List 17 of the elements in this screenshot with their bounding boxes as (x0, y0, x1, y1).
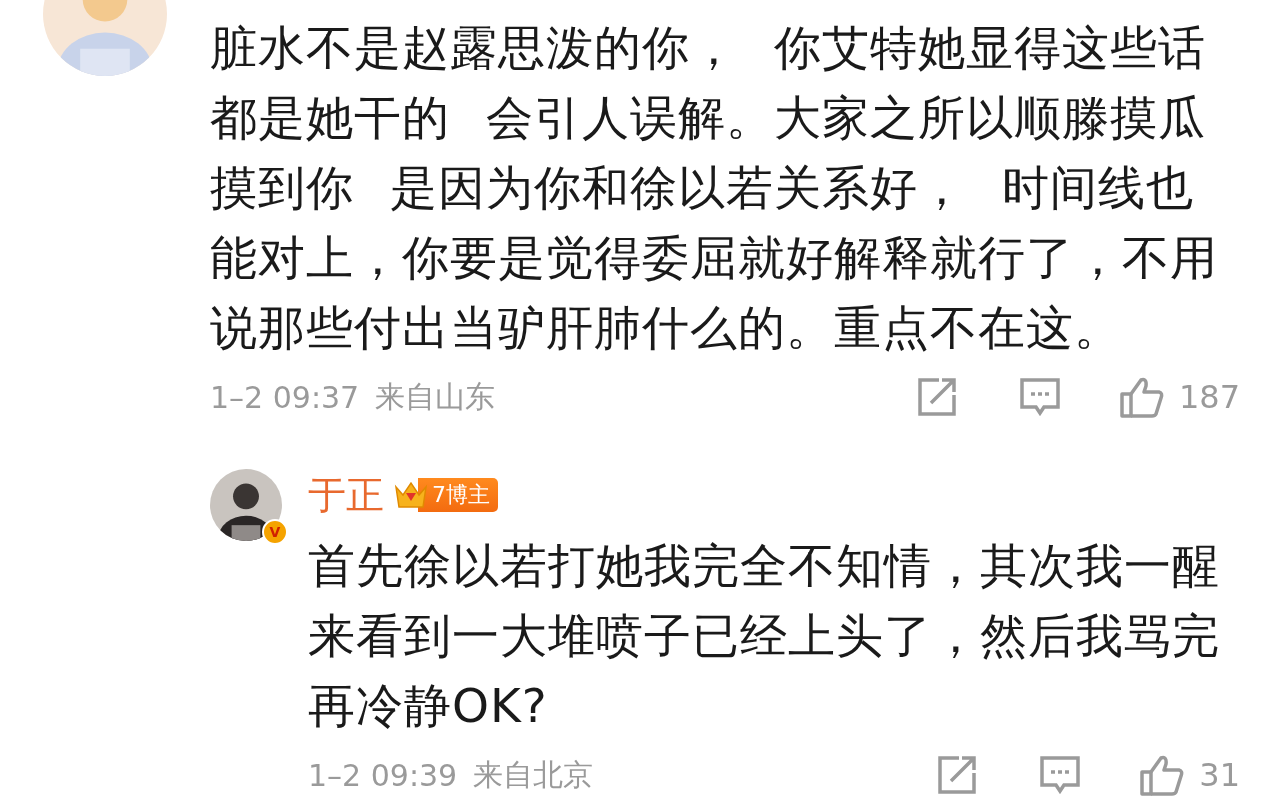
comment-location: 来自山东 (375, 377, 496, 416)
comment-text: 首先徐以若打她我完全不知情，其次我一醒来看到一大堆喷子已经上头了，然后我骂完再冷静OK? (308, 537, 1221, 735)
like-button[interactable]: 187 (1118, 376, 1240, 418)
comment-icon[interactable] (1018, 377, 1061, 417)
verified-badge: V (262, 519, 288, 545)
comment-location: 来自北京 (473, 755, 594, 794)
comment-text: 脏水不是赵露思泼的你， 你艾特她显得这些话都是她干的 会引人误解。大家之所以顺滕摸瓜摸到你 是因为你和徐以若关系好， 时间线也能对上，你要是觉得委屈就好解释就行了，不用说那些付出当驴肝肺什么的。重点不在这。 (210, 19, 1219, 357)
blogger-badge: 7博主 (418, 478, 498, 512)
thumbs-up-icon (1118, 376, 1165, 418)
thumbs-up-icon (1139, 754, 1186, 796)
comment-time: 1–2 09:37 (210, 379, 360, 415)
share-icon[interactable] (916, 377, 959, 417)
user-name[interactable]: 于正 (308, 469, 384, 521)
crown-icon (394, 479, 428, 511)
comment-icon[interactable] (1039, 755, 1082, 795)
comment-time: 1–2 09:39 (308, 757, 458, 793)
like-button[interactable]: 31 (1139, 754, 1240, 796)
